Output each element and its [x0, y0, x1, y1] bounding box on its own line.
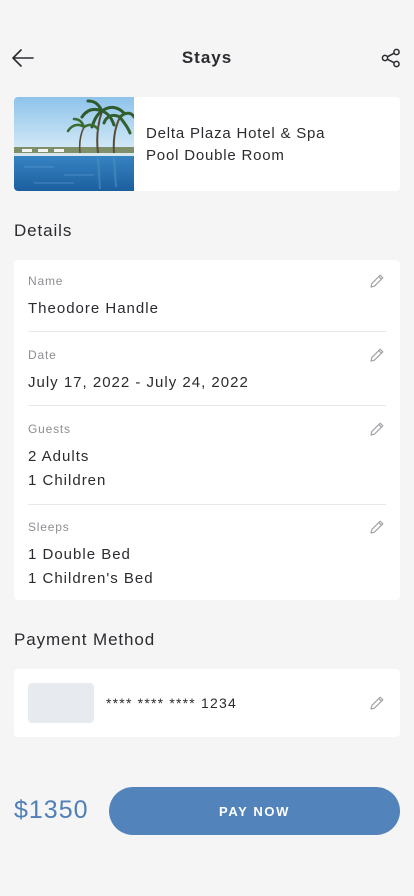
- sleeps-label: Sleeps: [28, 520, 70, 534]
- guests-adults: 2 Adults: [28, 448, 90, 465]
- details-section-title: Details: [14, 221, 73, 240]
- pencil-icon[interactable]: [368, 694, 386, 712]
- pay-now-button[interactable]: PAY NOW: [109, 787, 400, 835]
- name-label: Name: [28, 274, 64, 288]
- header-bar: Stays: [0, 36, 414, 80]
- pencil-icon[interactable]: [368, 420, 386, 438]
- date-value: July 17, 2022 - July 24, 2022: [28, 374, 249, 391]
- hotel-photo: [14, 97, 134, 191]
- details-card: Name Theodore Handle Date July 17, 2022 …: [14, 260, 400, 600]
- hotel-info: Delta Plaza Hotel & Spa Pool Double Room: [134, 97, 325, 191]
- hotel-card[interactable]: Delta Plaza Hotel & Spa Pool Double Room: [14, 97, 400, 191]
- detail-row-name: Name Theodore Handle: [28, 260, 386, 332]
- room-type: Pool Double Room: [146, 147, 285, 164]
- total-price: $1350: [14, 796, 89, 824]
- share-button[interactable]: [378, 45, 404, 71]
- guests-label: Guests: [28, 422, 71, 436]
- card-number: **** **** **** 1234: [106, 695, 237, 711]
- pencil-icon[interactable]: [368, 272, 386, 290]
- share-icon: [381, 48, 400, 68]
- detail-row-date: Date July 17, 2022 - July 24, 2022: [28, 332, 386, 406]
- hotel-name: Delta Plaza Hotel & Spa: [146, 125, 326, 142]
- pencil-icon[interactable]: [368, 346, 386, 364]
- credit-card-thumbnail: [28, 683, 94, 723]
- pencil-icon[interactable]: [368, 518, 386, 536]
- detail-row-sleeps: Sleeps 1 Double Bed 1 Children's Bed: [28, 505, 386, 600]
- detail-row-guests: Guests 2 Adults 1 Children: [28, 406, 386, 505]
- sleeps-childrens-bed: 1 Children's Bed: [28, 570, 154, 587]
- payment-card[interactable]: **** **** **** 1234: [14, 669, 400, 737]
- page-title: Stays: [181, 48, 233, 67]
- guests-children: 1 Children: [28, 472, 107, 489]
- payment-section-title: Payment Method: [14, 630, 156, 649]
- sleeps-bed: 1 Double Bed: [28, 546, 131, 563]
- name-value: Theodore Handle: [28, 300, 159, 317]
- date-label: Date: [28, 348, 57, 362]
